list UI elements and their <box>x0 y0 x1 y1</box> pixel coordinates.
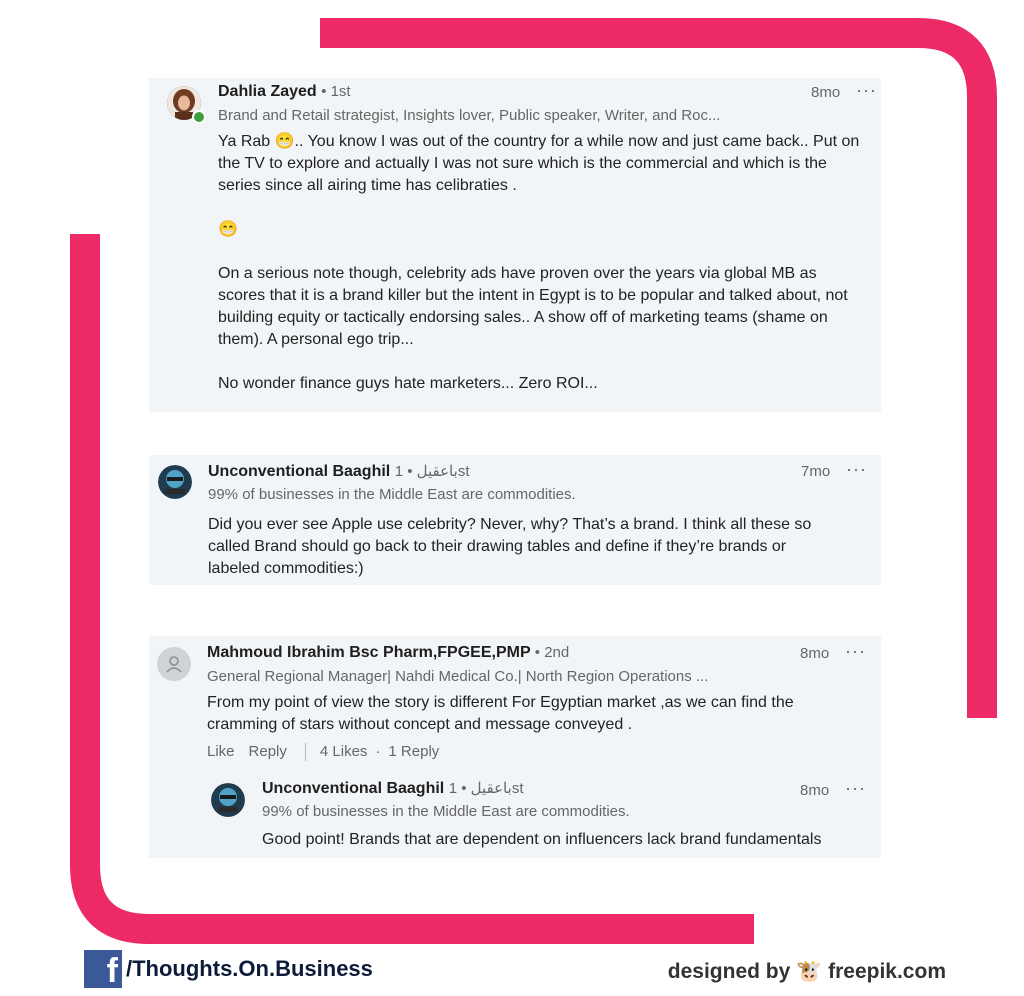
comment-time: 8mo <box>800 782 830 799</box>
avatar[interactable] <box>158 465 192 499</box>
comment-actions: Like Reply 4 Likes · 1 Reply <box>207 743 453 762</box>
comment-paragraph: 😁 <box>218 221 238 238</box>
reply-body: Good point! Brands that are dependent on… <box>262 829 862 851</box>
more-options-icon[interactable]: ··· <box>845 641 866 662</box>
commenter-headline: General Regional Manager| Nahdi Medical … <box>207 668 709 685</box>
profile-logo <box>211 783 245 817</box>
online-status-dot <box>192 110 206 124</box>
comment-time: 7mo <box>801 463 831 480</box>
reply-paragraph: Good point! Brands that are dependent on… <box>262 831 822 848</box>
profile-logo <box>158 465 192 499</box>
comment-body: Ya Rab 😁.. You know I was out of the cou… <box>218 131 868 395</box>
commenter-name[interactable]: Mahmoud Ibrahim Bsc Pharm,FPGEE,PMP • 2n… <box>207 644 569 662</box>
commenter-headline: 99% of businesses in the Middle East are… <box>262 803 630 820</box>
dot-separator: · <box>375 743 381 760</box>
comment-paragraph: Did you ever see Apple use celebrity? Ne… <box>208 516 812 577</box>
comment-card: Dahlia Zayed • 1st Brand and Retail stra… <box>149 78 881 412</box>
comment-card: Mahmoud Ibrahim Bsc Pharm,FPGEE,PMP • 2n… <box>149 636 881 858</box>
comment-paragraph: From my point of view the story is diffe… <box>207 694 794 733</box>
more-options-icon[interactable]: ··· <box>845 778 866 799</box>
avatar-placeholder[interactable] <box>157 647 191 681</box>
comment-body: From my point of view the story is diffe… <box>207 692 837 736</box>
more-options-icon[interactable]: ··· <box>856 80 877 101</box>
like-button[interactable]: Like <box>207 743 235 760</box>
more-options-icon[interactable]: ··· <box>846 459 867 480</box>
freepik-credit: designed by 🐮 freepik.com <box>667 960 946 983</box>
comment-body: Did you ever see Apple use celebrity? Ne… <box>208 514 828 580</box>
facebook-handle: f /Thoughts.On.Business <box>84 950 373 988</box>
replies-count[interactable]: 1 Reply <box>388 743 439 760</box>
commenter-name[interactable]: Dahlia Zayed • 1st <box>218 83 351 101</box>
reply-button[interactable]: Reply <box>249 743 287 760</box>
divider <box>304 743 306 762</box>
likes-count[interactable]: 4 Likes <box>320 743 368 760</box>
commenter-headline: Brand and Retail strategist, Insights lo… <box>218 107 721 124</box>
comment-paragraph: On a serious note though, celebrity ads … <box>218 265 848 348</box>
comment-paragraph: Ya Rab 😁.. You know I was out of the cou… <box>218 133 860 194</box>
comment-card: Unconventional Baaghil باعقيل • 1st 99% … <box>149 455 881 585</box>
facebook-icon: f <box>84 950 122 988</box>
comment-time: 8mo <box>811 84 841 101</box>
commenter-name[interactable]: Unconventional Baaghil باعقيل • 1st <box>208 462 469 481</box>
avatar[interactable] <box>211 783 245 817</box>
facebook-handle-text: /Thoughts.On.Business <box>126 956 373 981</box>
comment-paragraph: No wonder finance guys hate marketers...… <box>218 375 598 392</box>
comment-time: 8mo <box>800 645 830 662</box>
person-icon <box>166 656 182 673</box>
commenter-name[interactable]: Unconventional Baaghil باعقيل • 1st <box>262 779 523 798</box>
commenter-headline: 99% of businesses in the Middle East are… <box>208 486 576 503</box>
